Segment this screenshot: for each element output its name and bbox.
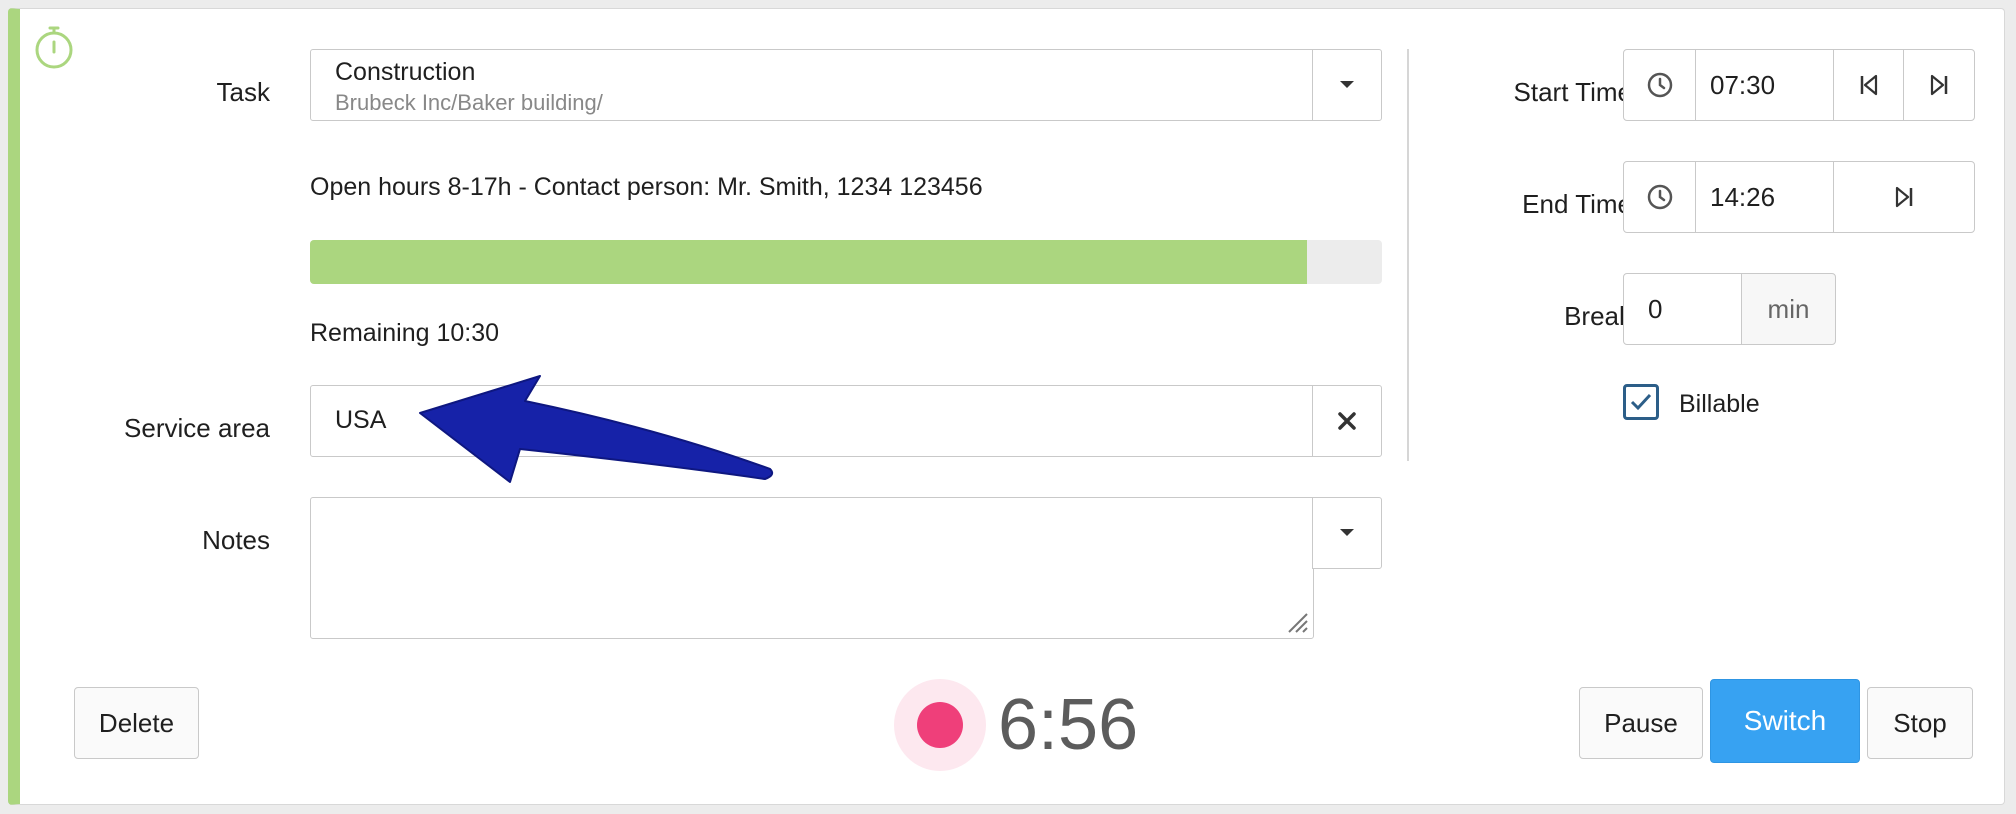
caret-down-icon [1340,529,1354,536]
time-entry-card: Task Construction Brubeck Inc/Baker buil… [8,8,2005,805]
break-input[interactable]: 0 [1623,273,1743,345]
switch-button[interactable]: Switch [1710,679,1860,763]
progress-fill [310,240,1307,284]
checkmark-icon [1630,393,1652,411]
task-subtitle: Brubeck Inc/Baker building/ [335,90,603,115]
notes-textarea[interactable] [310,497,1314,639]
end-time-input[interactable]: 14:26 [1695,161,1835,233]
recording-indicator[interactable] [894,679,986,771]
start-time-input[interactable]: 07:30 [1695,49,1835,121]
stopwatch-icon [32,23,78,71]
task-label: Task [216,77,270,107]
task-title: Construction [335,58,476,86]
end-time-value: 14:26 [1710,181,1776,212]
break-unit: min [1741,273,1836,345]
notes-dropdown-button[interactable] [1312,497,1382,569]
end-time-label: End Time [1522,189,1632,219]
skip-previous-icon [1860,74,1878,96]
pause-button[interactable]: Pause [1579,687,1703,759]
progress-bar [310,240,1382,284]
task-dropdown-button[interactable] [1312,49,1382,121]
start-time-clock-button[interactable] [1623,49,1697,121]
stop-button[interactable]: Stop [1867,687,1973,759]
service-area-input[interactable]: USA [310,385,1314,457]
service-area-clear-button[interactable] [1312,385,1382,457]
billable-label: Billable [1679,390,1760,418]
remaining-text: Remaining 10:30 [310,319,500,347]
start-time-value: 07:30 [1710,69,1776,100]
column-divider [1407,49,1409,461]
resize-handle-icon[interactable] [1283,608,1309,634]
service-area-label: Service area [124,413,270,443]
record-dot-icon [917,702,963,748]
task-info-text: Open hours 8-17h - Contact person: Mr. S… [310,173,983,201]
break-value: 0 [1648,293,1663,324]
start-time-next-button[interactable] [1903,49,1975,121]
skip-next-icon [1895,186,1913,208]
billable-checkbox[interactable] [1623,384,1659,420]
clock-icon [1647,184,1673,210]
end-time-next-button[interactable] [1833,161,1975,233]
delete-button[interactable]: Delete [74,687,199,759]
caret-down-icon [1340,81,1354,88]
elapsed-timer: 6:56 [998,685,1139,765]
break-unit-label: min [1767,293,1810,324]
service-area-value: USA [335,406,387,434]
clock-icon [1647,72,1673,98]
skip-next-icon [1930,74,1948,96]
start-time-label: Start Time [1513,77,1632,107]
start-time-previous-button[interactable] [1833,49,1905,121]
task-select[interactable]: Construction Brubeck Inc/Baker building/ [310,49,1314,121]
close-icon [1338,412,1356,430]
notes-label: Notes [202,525,270,555]
end-time-clock-button[interactable] [1623,161,1697,233]
break-label: Break [1564,301,1632,331]
